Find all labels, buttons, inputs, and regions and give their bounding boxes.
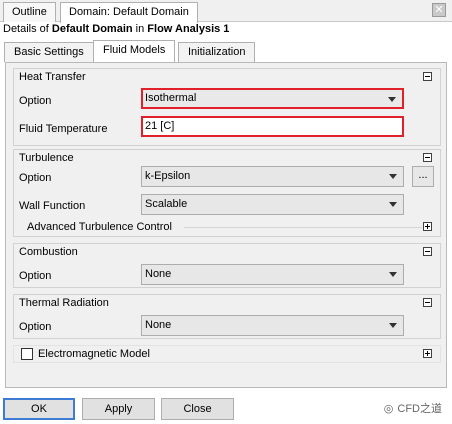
dropdown-arrow-icon	[389, 323, 397, 328]
wechat-icon: ◎	[383, 403, 394, 415]
close-button[interactable]: Close	[161, 398, 234, 420]
dropdown-arrow-icon	[389, 174, 397, 179]
electromagnetic-group: Electromagnetic Model	[13, 345, 441, 363]
watermark-text: CFD之道	[397, 403, 442, 415]
watermark: ◎ CFD之道	[384, 400, 442, 416]
details-middle: in	[132, 23, 148, 35]
fluid-temperature-label: Fluid Temperature	[19, 123, 108, 135]
expand-icon[interactable]	[423, 222, 432, 231]
close-icon[interactable]: ✕	[432, 3, 446, 17]
fluid-models-panel: Heat Transfer Option Isothermal Fluid Te…	[5, 62, 447, 388]
collapse-icon[interactable]	[423, 153, 432, 162]
electromagnetic-label: Electromagnetic Model	[38, 348, 150, 360]
fluid-temperature-value: 21 [C]	[145, 120, 175, 132]
combustion-option-select[interactable]: None	[141, 264, 404, 285]
thermal-radiation-group: Thermal Radiation Option None	[13, 294, 441, 339]
turbulence-option-select[interactable]: k-Epsilon	[141, 166, 404, 187]
tab-initialization[interactable]: Initialization	[178, 42, 256, 62]
fluid-temperature-input[interactable]: 21 [C]	[141, 116, 404, 137]
details-object: Default Domain	[51, 23, 133, 35]
wall-function-select[interactable]: Scalable	[141, 194, 404, 215]
wall-function-value: Scalable	[145, 198, 188, 210]
turbulence-group: Turbulence Option k-Epsilon ... Wall Fun…	[13, 149, 441, 237]
details-prefix: Details of	[3, 23, 52, 35]
tab-outline[interactable]: Outline	[3, 2, 56, 22]
top-tab-bar: Outline Domain: Default Domain ✕	[0, 0, 452, 23]
heat-transfer-option-value: Isothermal	[145, 92, 197, 104]
collapse-icon[interactable]	[423, 298, 432, 307]
turbulence-title: Turbulence	[19, 152, 74, 164]
heat-transfer-group: Heat Transfer Option Isothermal Fluid Te…	[13, 68, 441, 146]
combustion-option-label: Option	[19, 270, 52, 282]
divider	[184, 227, 422, 228]
advanced-turbulence-label: Advanced Turbulence Control	[27, 221, 172, 233]
combustion-option-value: None	[145, 268, 172, 280]
tab-fluid-models[interactable]: Fluid Models	[93, 40, 176, 62]
tab-domain[interactable]: Domain: Default Domain	[60, 2, 198, 23]
thermal-radiation-title: Thermal Radiation	[19, 297, 109, 309]
combustion-title: Combustion	[19, 246, 78, 258]
apply-button[interactable]: Apply	[82, 398, 155, 420]
collapse-icon[interactable]	[423, 247, 432, 256]
tab-basic-settings[interactable]: Basic Settings	[4, 42, 94, 62]
electromagnetic-checkbox[interactable]	[21, 348, 33, 360]
ok-button[interactable]: OK	[3, 398, 75, 420]
dropdown-arrow-icon	[388, 97, 396, 102]
details-header: Details of Default Domain in Flow Analys…	[3, 23, 229, 35]
heat-transfer-option-select[interactable]: Isothermal	[141, 88, 404, 109]
expand-icon[interactable]	[423, 349, 432, 358]
collapse-icon[interactable]	[423, 72, 432, 81]
wall-function-label: Wall Function	[19, 200, 86, 212]
details-analysis: Flow Analysis 1	[147, 23, 230, 35]
turbulence-more-button[interactable]: ...	[412, 166, 434, 187]
dropdown-arrow-icon	[389, 272, 397, 277]
thermal-radiation-option-select[interactable]: None	[141, 315, 404, 336]
heat-transfer-option-label: Option	[19, 95, 52, 107]
combustion-group: Combustion Option None	[13, 243, 441, 288]
turbulence-option-label: Option	[19, 172, 52, 184]
dropdown-arrow-icon	[389, 202, 397, 207]
thermal-radiation-option-value: None	[145, 319, 172, 331]
thermal-radiation-option-label: Option	[19, 321, 52, 333]
turbulence-option-value: k-Epsilon	[145, 170, 191, 182]
heat-transfer-title: Heat Transfer	[19, 71, 86, 83]
